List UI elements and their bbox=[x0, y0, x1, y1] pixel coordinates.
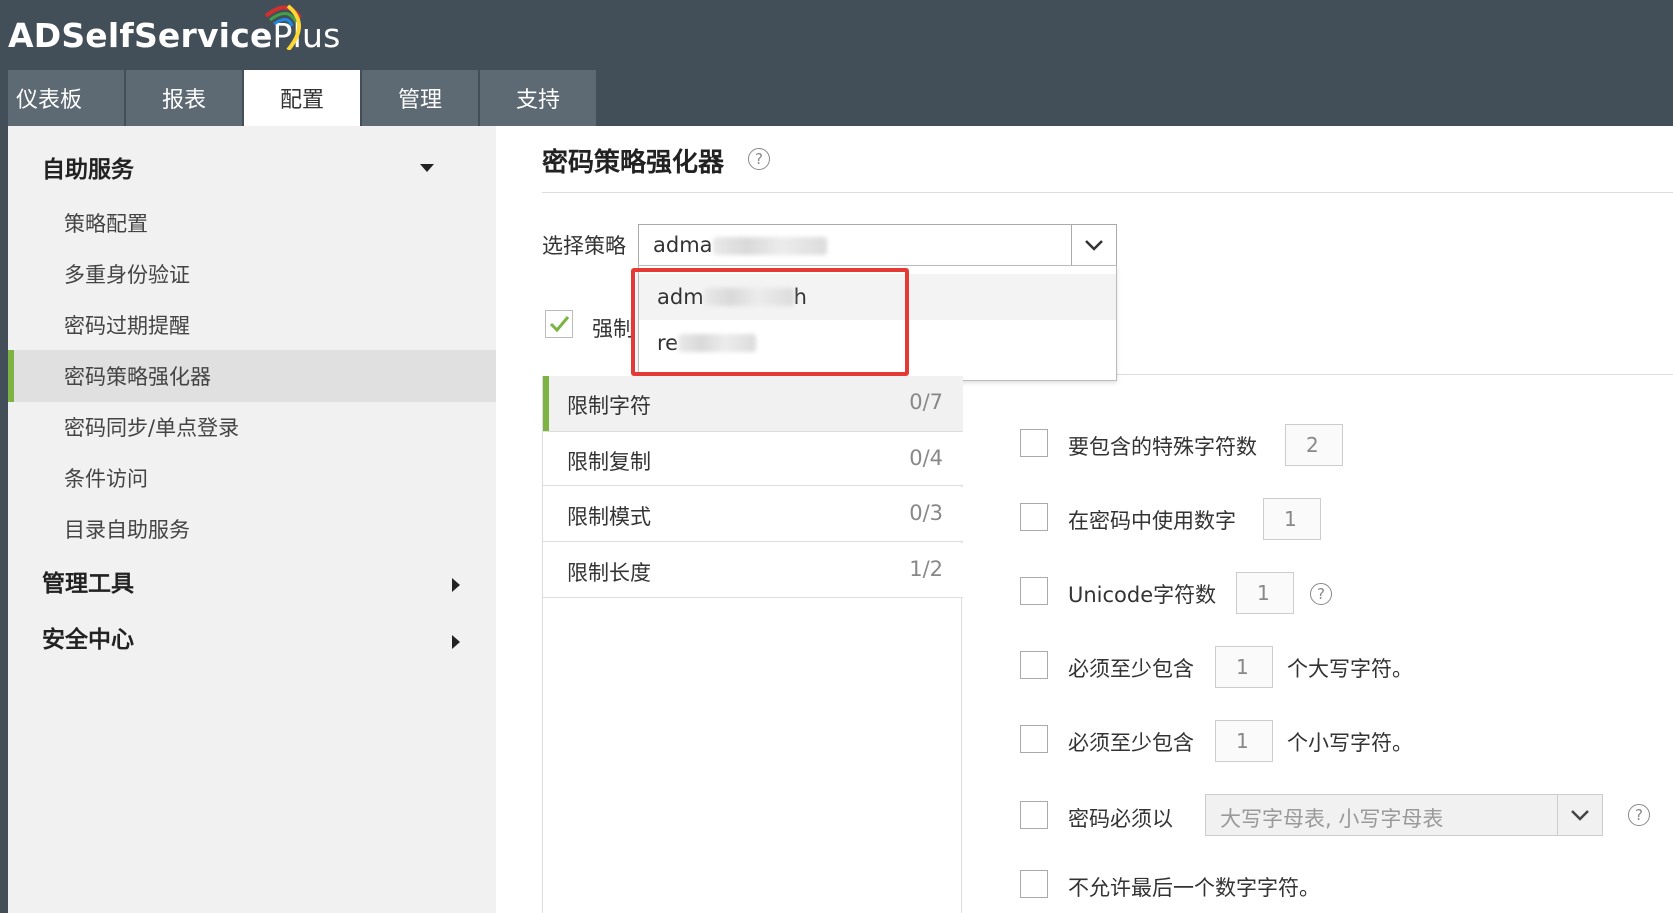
restriction-categories: 限制字符 0/7 限制复制 0/4 限制模式 0/3 限制长度 1/2 bbox=[542, 376, 963, 913]
sidebar-section-security-center[interactable]: 安全中心 bbox=[42, 620, 134, 654]
sidebar-item-conditional-access[interactable]: 条件访问 bbox=[8, 452, 496, 504]
chevron-right-icon[interactable] bbox=[452, 578, 460, 592]
redacted-text bbox=[712, 237, 827, 255]
chevron-down-icon[interactable] bbox=[420, 164, 434, 172]
lowercase-count-input[interactable]: 1 bbox=[1215, 720, 1273, 762]
select-policy-label: 选择策略 bbox=[542, 234, 626, 258]
rule-label: 必须至少包含 bbox=[1068, 657, 1194, 681]
policy-dropdown-list: adm h re bbox=[638, 265, 1117, 381]
tab-dashboard[interactable]: 仪表板 bbox=[8, 70, 124, 126]
rule-suffix: 个大写字符。 bbox=[1287, 657, 1413, 681]
rule-label: 密码必须以 bbox=[1068, 807, 1173, 831]
help-icon[interactable]: ? bbox=[1310, 583, 1332, 605]
charset-select-toggle[interactable] bbox=[1557, 795, 1602, 835]
digits-count-input[interactable]: 1 bbox=[1263, 498, 1321, 540]
tab-admin[interactable]: 管理 bbox=[362, 70, 478, 126]
logo-text-bold: ADSelfService bbox=[8, 15, 273, 55]
special-chars-count-input[interactable]: 2 bbox=[1285, 424, 1343, 466]
policy-select[interactable]: adma bbox=[638, 224, 1117, 266]
rule-checkbox[interactable] bbox=[1020, 801, 1048, 829]
rule-checkbox[interactable] bbox=[1020, 870, 1048, 898]
chevron-down-icon bbox=[1085, 240, 1103, 251]
sidebar-item-password-expiry[interactable]: 密码过期提醒 bbox=[8, 299, 496, 351]
sidebar-section-self-service[interactable]: 自助服务 bbox=[42, 150, 134, 184]
title-divider bbox=[542, 192, 1673, 193]
sidebar-item-policy-config[interactable]: 策略配置 bbox=[8, 197, 496, 249]
page-title: 密码策略强化器 bbox=[542, 148, 725, 178]
rule-label: 必须至少包含 bbox=[1068, 731, 1194, 755]
sidebar-section-admin-tools[interactable]: 管理工具 bbox=[42, 564, 134, 598]
rule-checkbox[interactable] bbox=[1020, 651, 1048, 679]
redacted-text bbox=[703, 288, 794, 306]
uppercase-count-input[interactable]: 1 bbox=[1215, 646, 1273, 688]
chevron-right-icon[interactable] bbox=[452, 635, 460, 649]
rule-suffix: 个小写字符。 bbox=[1287, 731, 1413, 755]
tab-configuration[interactable]: 配置 bbox=[244, 70, 360, 126]
rule-label: 要包含的特殊字符数 bbox=[1068, 435, 1257, 459]
policy-select-toggle[interactable] bbox=[1071, 225, 1116, 265]
sidebar-item-password-policy-enforcer[interactable]: 密码策略强化器 bbox=[8, 350, 496, 402]
start-charset-select[interactable]: 大写字母表, 小写字母表 bbox=[1205, 794, 1603, 836]
rule-label: Unicode字符数 bbox=[1068, 583, 1217, 607]
tab-support[interactable]: 支持 bbox=[480, 70, 596, 126]
enforce-label: 强制 bbox=[592, 317, 634, 341]
category-restrict-patterns[interactable]: 限制模式 0/3 bbox=[543, 487, 963, 542]
rule-label: 不允许最后一个数字字符。 bbox=[1068, 876, 1320, 900]
rule-checkbox[interactable] bbox=[1020, 577, 1048, 605]
rule-checkbox[interactable] bbox=[1020, 725, 1048, 753]
sidebar-item-mfa[interactable]: 多重身份验证 bbox=[8, 248, 496, 300]
chevron-down-icon bbox=[1571, 810, 1589, 821]
sidebar-item-password-sync-sso[interactable]: 密码同步/单点登录 bbox=[8, 401, 496, 453]
policy-option[interactable]: re bbox=[639, 320, 1116, 366]
unicode-count-input[interactable]: 1 bbox=[1236, 572, 1294, 614]
start-charset-value: 大写字母表, 小写字母表 bbox=[1220, 807, 1444, 831]
category-restrict-characters[interactable]: 限制字符 0/7 bbox=[543, 376, 963, 431]
policy-option[interactable]: adm h bbox=[639, 274, 1116, 320]
help-icon[interactable]: ? bbox=[1628, 804, 1650, 826]
policy-select-value: adma bbox=[653, 233, 827, 257]
rule-checkbox[interactable] bbox=[1020, 429, 1048, 457]
main-nav-tabs: 仪表板 报表 配置 管理 支持 bbox=[8, 70, 598, 126]
rule-label: 在密码中使用数字 bbox=[1068, 509, 1236, 533]
app-logo[interactable]: ADSelfService Plus bbox=[8, 4, 341, 60]
logo-swoosh-icon bbox=[264, 4, 302, 50]
sidebar-item-directory-self-service[interactable]: 目录自助服务 bbox=[8, 503, 496, 555]
app-header: ADSelfService Plus 仪表板 报表 配置 管理 支持 bbox=[0, 0, 1673, 126]
category-restrict-duplicates[interactable]: 限制复制 0/4 bbox=[543, 431, 963, 486]
section-divider bbox=[1117, 374, 1673, 375]
category-restrict-length[interactable]: 限制长度 1/2 bbox=[543, 543, 963, 598]
rule-checkbox[interactable] bbox=[1020, 503, 1048, 531]
tab-reports[interactable]: 报表 bbox=[126, 70, 242, 126]
sidebar: 自助服务 策略配置 多重身份验证 密码过期提醒 密码策略强化器 密码同步/单点登… bbox=[8, 126, 496, 913]
redacted-text bbox=[678, 334, 757, 352]
checkmark-icon bbox=[549, 316, 570, 333]
help-icon[interactable]: ? bbox=[748, 148, 770, 170]
enforce-checkbox[interactable] bbox=[545, 310, 573, 338]
left-edge-bar bbox=[0, 126, 8, 913]
